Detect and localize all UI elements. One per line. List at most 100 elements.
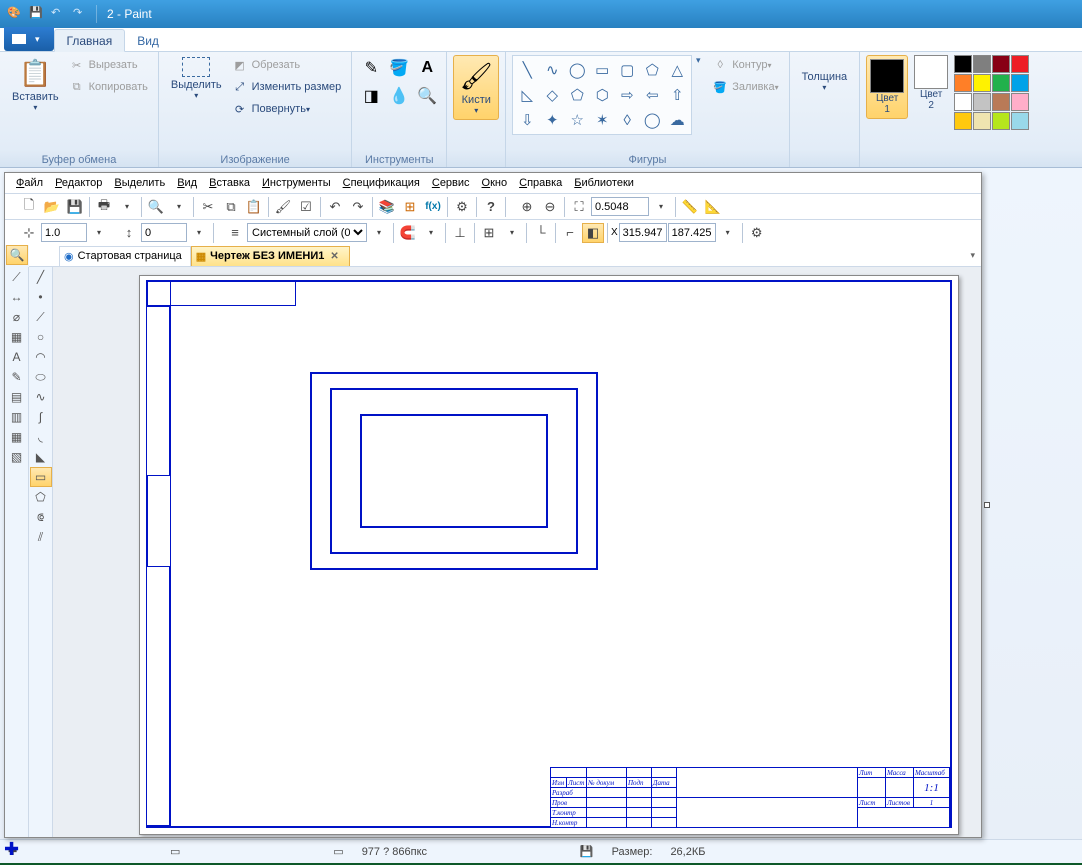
arc-tool-icon[interactable]: ◠ [30, 347, 52, 367]
redo-icon[interactable]: ↷ [73, 6, 89, 22]
layer-combo[interactable]: Системный слой (0) [247, 223, 367, 242]
new-icon[interactable]: 🗋 [18, 196, 40, 218]
ruler2-icon[interactable]: 📐 [702, 196, 724, 218]
format-icon[interactable]: 🖌 [272, 196, 294, 218]
print-icon[interactable]: 🖶 [93, 196, 115, 218]
rect-tool-icon[interactable]: ▭ [30, 467, 52, 487]
mode2-icon[interactable]: ◧ [582, 223, 604, 243]
help-icon[interactable]: ? [480, 196, 502, 218]
dim-icon[interactable]: ↔ [6, 287, 28, 307]
equid-tool-icon[interactable]: ⫽ [30, 527, 52, 547]
open-icon[interactable]: 📂 [41, 196, 63, 218]
ellipse-tool-icon[interactable]: ⬭ [30, 367, 52, 387]
spline-tool-icon[interactable]: ∿ [30, 387, 52, 407]
menu-Сервис[interactable]: Сервис [427, 177, 475, 189]
menu-Вид[interactable]: Вид [172, 177, 202, 189]
shapes-gallery[interactable]: ╲∿◯▭▢⬠△ ◺◇⬠⬡⇨⇦⇧ ⇩✦☆✶◊◯☁ [512, 55, 692, 135]
meas-icon[interactable]: ▥ [6, 407, 28, 427]
props-icon[interactable]: ☑ [295, 196, 317, 218]
color1-button[interactable]: Цвет 1 [866, 55, 908, 119]
dropdown-icon[interactable]: ▾ [168, 196, 190, 218]
edit-icon[interactable]: ✎ [6, 367, 28, 387]
grid-icon[interactable]: ⊞ [478, 222, 500, 244]
crop-button[interactable]: ◩Обрезать [228, 55, 346, 75]
color2-button[interactable]: Цвет 2 [914, 55, 948, 111]
mode-icon[interactable]: ⌐ [559, 222, 581, 244]
snap-icon[interactable]: ⊹ [18, 222, 40, 244]
bucket-icon[interactable]: 🪣 [386, 55, 412, 81]
menu-Выделить[interactable]: Выделить [109, 177, 170, 189]
menu-Спецификация[interactable]: Спецификация [338, 177, 425, 189]
menu-Библиотеки[interactable]: Библиотеки [569, 177, 639, 189]
swatch[interactable] [1011, 93, 1029, 111]
settings-icon[interactable]: ⚙ [746, 222, 768, 244]
fx-icon[interactable]: f(x) [422, 196, 444, 218]
picker-icon[interactable]: 💧 [386, 83, 412, 109]
menu-Справка[interactable]: Справка [514, 177, 567, 189]
swatch[interactable] [954, 112, 972, 130]
swatch[interactable] [1011, 112, 1029, 130]
menu-Редактор[interactable]: Редактор [50, 177, 107, 189]
pencil-icon[interactable]: ✎ [358, 55, 384, 81]
cut2-icon[interactable]: ✂ [197, 196, 219, 218]
panel-toggle-icon[interactable]: 🔍 [6, 245, 28, 265]
swatch[interactable] [973, 74, 991, 92]
swatch[interactable] [1011, 74, 1029, 92]
hatch-icon[interactable]: ▦ [6, 327, 28, 347]
menu-Вставка[interactable]: Вставка [204, 177, 255, 189]
ortho-icon[interactable]: ⊥ [449, 222, 471, 244]
dropdown-icon[interactable]: ▾ [650, 196, 672, 218]
scale-input[interactable] [41, 223, 87, 242]
magnet-icon[interactable]: 🧲 [397, 222, 419, 244]
swatch[interactable] [954, 55, 972, 73]
file-menu-button[interactable]: ▾ [4, 27, 54, 51]
select-button[interactable]: Выделить ▾ [165, 55, 228, 102]
close-tab-icon[interactable]: ✕ [328, 251, 340, 262]
var-icon[interactable]: ⊞ [399, 196, 421, 218]
text-icon[interactable]: A [414, 55, 440, 81]
drawing-canvas[interactable]: ЛитМассаМасштаб ИзмЛист№ докумПодпДата1:… [53, 267, 981, 838]
fill-button[interactable]: 🪣Заливка ▾ [708, 77, 782, 97]
magnifier-icon[interactable]: 🔍 [414, 83, 440, 109]
circle-tool-icon[interactable]: ○ [30, 327, 52, 347]
line-tool-icon[interactable]: ╱ [30, 267, 52, 287]
aux-tool-icon[interactable]: ⟋ [30, 307, 52, 327]
menu-Инструменты[interactable]: Инструменты [257, 177, 336, 189]
tab-start-page[interactable]: ◉ Стартовая страница [59, 246, 191, 266]
layers-icon[interactable]: ≡ [224, 222, 246, 244]
zoomin-icon[interactable]: ⊕ [516, 196, 538, 218]
tabs-dropdown-icon[interactable]: ▾ [964, 250, 981, 261]
swatch[interactable] [992, 55, 1010, 73]
redo2-icon[interactable]: ↷ [347, 196, 369, 218]
poly-tool-icon[interactable]: ⬠ [30, 487, 52, 507]
undo2-icon[interactable]: ↶ [324, 196, 346, 218]
brushes-button[interactable]: 🖌 Кисти ▾ [453, 55, 499, 120]
menu-Файл[interactable]: Файл [11, 177, 48, 189]
lib-icon[interactable]: 📚 [376, 196, 398, 218]
cut-button[interactable]: ✂Вырезать [65, 55, 152, 75]
resize-handle-icon[interactable] [984, 502, 990, 508]
swatch[interactable] [973, 112, 991, 130]
coord-x-input[interactable] [619, 223, 667, 242]
point-tool-icon[interactable]: • [30, 287, 52, 307]
rotate-button[interactable]: ⟳Повернуть ▾ [228, 99, 346, 119]
menu-Окно[interactable]: Окно [477, 177, 513, 189]
ruler-icon[interactable]: 📏 [679, 196, 701, 218]
link-icon[interactable]: ⚙ [451, 196, 473, 218]
swatch[interactable] [954, 74, 972, 92]
swatch[interactable] [992, 74, 1010, 92]
resize-button[interactable]: ⤢Изменить размер [228, 77, 346, 97]
swatch[interactable] [954, 93, 972, 111]
zoom-input[interactable] [591, 197, 649, 216]
swatch[interactable] [992, 112, 1010, 130]
tab-view[interactable]: Вид [125, 30, 171, 51]
spec-icon[interactable]: ▦ [6, 427, 28, 447]
bezier-tool-icon[interactable]: ∫ [30, 407, 52, 427]
swatch[interactable] [973, 55, 991, 73]
save-icon[interactable]: 💾 [64, 196, 86, 218]
paste-button[interactable]: 📋 Вставить ▾ [6, 55, 65, 114]
dropdown-icon[interactable]: ▾ [116, 196, 138, 218]
coord-y-input[interactable] [668, 223, 716, 242]
preview-icon[interactable]: 🔍 [145, 196, 167, 218]
thickness-button[interactable]: Толщина ▾ [796, 55, 854, 94]
